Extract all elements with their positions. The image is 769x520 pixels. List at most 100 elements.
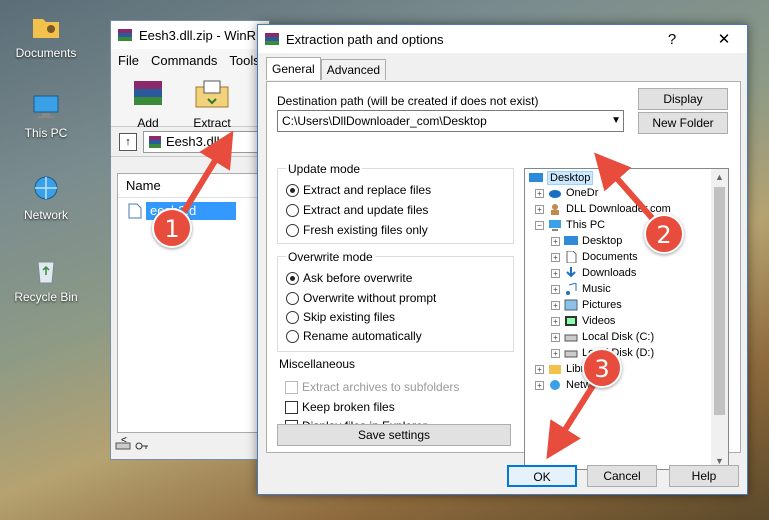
desktop-icon-network[interactable]: Network (8, 174, 84, 222)
overwrite-mode-title: Overwrite mode (286, 250, 375, 264)
miscellaneous-title: Miscellaneous (277, 357, 358, 371)
winrar-toolbar: Add Extract To (111, 71, 269, 144)
radio-label: Fresh existing files only (303, 223, 428, 237)
file-row[interactable]: eesh3.d (128, 202, 266, 220)
expand-icon[interactable]: + (535, 364, 544, 374)
radio-icon[interactable] (286, 223, 299, 237)
computer-icon (33, 95, 59, 118)
radio-extract-update[interactable]: Extract and update files (286, 203, 428, 217)
tree-vertical-scrollbar[interactable]: ▲ ▼ (711, 169, 728, 469)
tree-item-pictures[interactable]: + Pictures (551, 299, 622, 311)
expand-icon[interactable]: + (535, 204, 544, 214)
expand-icon[interactable]: + (551, 300, 560, 310)
scroll-up-icon[interactable]: ▲ (715, 172, 724, 182)
winrar-icon (118, 29, 132, 41)
tab-advanced[interactable]: Advanced (320, 59, 387, 80)
radio-icon[interactable] (286, 310, 299, 324)
expand-icon[interactable]: + (551, 348, 560, 358)
tree-item-desktop[interactable]: Desktop (529, 171, 594, 185)
expand-icon[interactable]: + (535, 188, 544, 198)
pictures-icon (564, 299, 578, 311)
dialog-tabs: General Advanced (266, 57, 387, 80)
radio-icon[interactable] (286, 291, 299, 305)
column-header-name[interactable]: Name (118, 174, 266, 198)
tree-item-network[interactable]: + Netw (535, 379, 591, 391)
checkbox-keep-broken-files[interactable]: Keep broken files (285, 400, 395, 414)
tree-label: Downloads (582, 267, 637, 279)
expand-icon[interactable]: + (551, 316, 560, 326)
step-badge-2: 2 (644, 214, 684, 254)
radio-rename-automatically[interactable]: Rename automatically (286, 329, 422, 343)
add-label: Add (137, 116, 159, 130)
radio-selected-icon[interactable] (286, 271, 299, 285)
desktop-icon-documents[interactable]: Documents (8, 12, 84, 60)
desktop-icon-this-pc[interactable]: This PC (8, 92, 84, 140)
cancel-button[interactable]: Cancel (587, 465, 657, 487)
new-folder-button[interactable]: New Folder (638, 112, 728, 134)
tree-item-documents[interactable]: + Documents (551, 251, 638, 263)
extract-to-button[interactable]: Extract To (187, 77, 237, 144)
radio-selected-icon[interactable] (286, 183, 299, 197)
tree-item-dll-downloader[interactable]: + DLL Downloader.com (535, 203, 671, 215)
winrar-address-bar: ↑ Eesh3.dll.z (111, 127, 269, 157)
address-text: Eesh3.dll.z (166, 134, 230, 149)
tree-label: DLL Downloader.com (566, 203, 671, 215)
drive-icon (115, 442, 131, 450)
add-button[interactable]: Add (123, 77, 173, 130)
tree-label: Local Disk (C:) (582, 331, 655, 343)
expand-icon[interactable]: + (535, 380, 544, 390)
collapse-icon[interactable]: − (535, 220, 544, 230)
save-settings-button[interactable]: Save settings (277, 424, 511, 446)
expand-icon[interactable]: + (551, 332, 560, 342)
radio-fresh-existing[interactable]: Fresh existing files only (286, 223, 428, 237)
help-button[interactable]: Help (669, 465, 739, 487)
radio-overwrite-without-prompt[interactable]: Overwrite without prompt (286, 291, 436, 305)
destination-path-input[interactable]: C:\Users\DllDownloader_com\Desktop ▼ (277, 110, 624, 132)
radio-extract-replace[interactable]: Extract and replace files (286, 183, 431, 197)
winrar-menu-bar: File Commands Tools (111, 49, 269, 71)
expand-icon[interactable]: + (551, 284, 560, 294)
menu-file[interactable]: File (118, 53, 139, 68)
expand-icon[interactable]: + (551, 268, 560, 278)
checkbox-icon[interactable] (285, 400, 298, 414)
radio-icon[interactable] (286, 203, 299, 217)
dialog-title-bar[interactable]: Extraction path and options ? ✕ (258, 25, 747, 53)
desktop-icon-recycle-bin[interactable]: Recycle Bin (8, 256, 84, 304)
destination-path-value: C:\Users\DllDownloader_com\Desktop (282, 114, 487, 128)
tree-item-pc-desktop[interactable]: + Desktop (551, 235, 622, 247)
winrar-icon (265, 33, 279, 45)
tree-item-downloads[interactable]: + Downloads (551, 267, 636, 279)
close-button[interactable]: ✕ (701, 30, 747, 48)
menu-commands[interactable]: Commands (151, 53, 217, 68)
tree-item-local-disk-c[interactable]: + Local Disk (C:) (551, 331, 654, 343)
file-icon (128, 203, 142, 219)
tree-item-onedrive[interactable]: + OneDr (535, 187, 598, 199)
ok-button[interactable]: OK (507, 465, 577, 487)
display-button[interactable]: Display (638, 88, 728, 110)
radio-icon[interactable] (286, 329, 299, 343)
expand-icon[interactable]: + (551, 236, 560, 246)
scrollbar-thumb[interactable] (714, 187, 725, 415)
expand-icon[interactable]: + (551, 252, 560, 262)
radio-label: Overwrite without prompt (303, 291, 437, 305)
tree-item-this-pc[interactable]: − This PC (535, 219, 605, 231)
checkbox-label: Extract archives to subfolders (302, 380, 460, 394)
up-folder-button[interactable]: ↑ (119, 132, 137, 151)
tree-label: Documents (582, 251, 638, 263)
winrar-title-bar[interactable]: Eesh3.dll.zip - WinR (111, 21, 269, 49)
tree-item-videos[interactable]: + Videos (551, 315, 615, 327)
tree-item-music[interactable]: + Music (551, 283, 611, 295)
radio-ask-before-overwrite[interactable]: Ask before overwrite (286, 271, 412, 285)
tree-label: Pictures (582, 299, 622, 311)
tab-general[interactable]: General (266, 57, 321, 80)
chevron-down-icon[interactable]: ▼ (611, 111, 621, 131)
winrar-status-bar (115, 441, 155, 455)
menu-tools[interactable]: Tools (229, 53, 259, 68)
winrar-address-field[interactable]: Eesh3.dll.z (143, 130, 269, 153)
help-title-button[interactable]: ? (649, 31, 695, 48)
tree-label: OneDr (566, 187, 599, 199)
desktop-icon-label: Recycle Bin (14, 290, 78, 304)
radio-skip-existing[interactable]: Skip existing files (286, 310, 395, 324)
checkbox-label: Keep broken files (302, 400, 395, 414)
disk-icon (564, 334, 578, 342)
